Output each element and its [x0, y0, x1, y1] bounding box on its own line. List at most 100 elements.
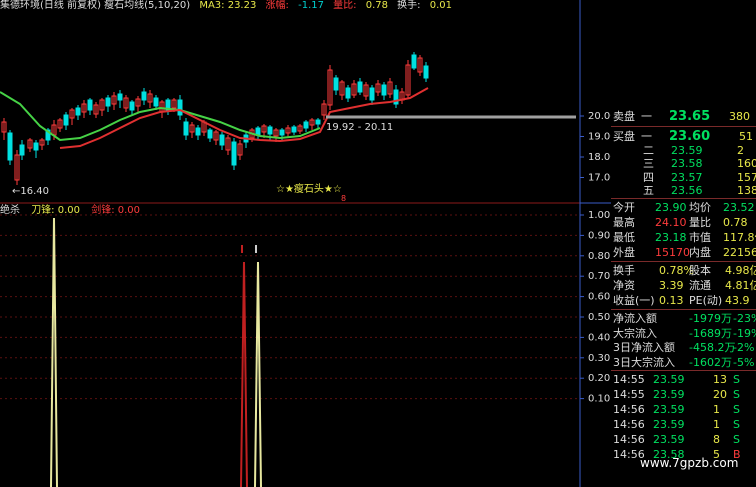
quote-key: 内盘 — [689, 246, 711, 259]
quote-row: 换手 0.78% 股本 4.98亿 — [611, 263, 756, 278]
quote-key: 外盘 — [613, 246, 635, 259]
quote-key: 最低 — [613, 231, 635, 244]
quote-value: 23.52 — [723, 201, 755, 214]
candle-body — [33, 142, 39, 151]
indicator-tick: 0.90 — [588, 230, 610, 241]
quote-row: 最高 24.10 量比 0.78 — [611, 215, 756, 230]
quote-value: 23.18 — [655, 231, 687, 244]
divider — [611, 370, 756, 371]
quote-value: 15170 — [655, 246, 690, 259]
flow-percent: -2% — [733, 341, 755, 354]
indicator-spike — [254, 261, 262, 487]
quote-key: 今开 — [613, 201, 635, 214]
candle-body — [333, 77, 339, 91]
tick-time: 14:55 — [613, 388, 645, 401]
indicator-spikes — [50, 217, 262, 487]
indicator-tick: 0.50 — [588, 312, 610, 323]
candle-body — [279, 129, 285, 136]
low-price-label: ←16.40 — [12, 186, 49, 197]
indicator-grid — [0, 214, 580, 400]
quote-row: 今开 23.90 均价 23.52 — [611, 200, 756, 215]
quote-value: 43.9 — [725, 294, 750, 307]
tick-volume: 1 — [713, 418, 720, 431]
buy-volume: 138 — [737, 184, 756, 197]
candle-body — [183, 121, 189, 136]
tick-row: 14:56 23.59 8 S — [611, 432, 756, 447]
tick-time: 14:56 — [613, 418, 645, 431]
pattern-label: ☆★瘦石头★☆ — [276, 182, 342, 195]
tick-row: 14:55 23.59 20 S — [611, 387, 756, 402]
tick-volume: 13 — [713, 373, 727, 386]
candle-body — [267, 126, 273, 135]
price-tick: 20.00 — [588, 111, 611, 122]
flow-percent: -23% — [733, 312, 756, 325]
indicator-tick: 0.40 — [588, 332, 610, 343]
quote-key: 量比 — [689, 216, 711, 229]
tick-time: 14:56 — [613, 433, 645, 446]
indicator-l2: 剑锋: 0.00 — [91, 205, 141, 216]
candle-body — [63, 114, 69, 126]
indicator-spike — [240, 261, 248, 487]
candle-body — [19, 144, 25, 156]
sell-label: 卖盘 — [613, 110, 635, 123]
level: 五 — [643, 184, 654, 197]
flow-percent: -19% — [733, 326, 756, 340]
tick-side: S — [733, 388, 740, 401]
indicator-tick: 0.20 — [588, 373, 610, 384]
candle-body — [7, 132, 13, 161]
candle-body — [381, 84, 387, 96]
flow-row: 3日净流入额 -458.2万 -2% — [611, 340, 756, 355]
divider — [611, 261, 756, 262]
price-tick: 17.00 — [588, 173, 611, 184]
indicator-tick: 0.80 — [588, 251, 610, 262]
flow-value: -1689万 — [689, 326, 732, 340]
candle-body — [219, 134, 225, 146]
candle-body — [87, 99, 93, 111]
quote-key: PE(动) — [689, 294, 723, 307]
candle-body — [75, 107, 81, 116]
quote-value: 0.78 — [723, 216, 748, 229]
price-tick: 18.00 — [588, 152, 611, 163]
flow-percent: -5% — [733, 355, 755, 369]
flow-key: 净流入额 — [613, 312, 657, 325]
indicator-axis: 1.00 0.90 0.80 0.70 0.60 0.50 0.40 0.30 0.20 0.10 — [580, 210, 610, 405]
quote-key: 收益(一) — [613, 294, 655, 307]
quote-value: 23.90 — [655, 201, 687, 214]
flow-row: 3日大宗流入 -1602万 -5% — [611, 355, 756, 370]
range-label: 19.92 - 20.11 — [326, 122, 393, 133]
divider — [611, 126, 756, 127]
flow-value: -1979万 — [689, 312, 732, 325]
quote-value: 4.81亿 — [725, 279, 756, 292]
candle-body — [291, 126, 297, 133]
quote-key: 均价 — [689, 201, 711, 214]
level: 一 — [641, 110, 652, 123]
candle-body — [423, 65, 429, 79]
sell-price: 23.65 — [669, 109, 711, 124]
indicator-name: 绝杀 — [0, 205, 20, 216]
tick-side: S — [733, 373, 740, 386]
tick-time: 14:56 — [613, 403, 645, 416]
sell-volume: 380 — [729, 110, 750, 123]
buy-price: 23.56 — [671, 184, 703, 197]
indicator-tick: 1.00 — [588, 210, 610, 221]
tick-price: 23.59 — [653, 403, 685, 416]
flow-key: 3日净流入额 — [613, 341, 675, 354]
candle-body — [345, 87, 351, 99]
price-tick: 19.00 — [588, 132, 611, 143]
indicator-l1: 刀锋: 0.00 — [31, 205, 81, 216]
flow-value: -1602万 — [689, 355, 732, 369]
tick-row: 14:56 23.59 1 S — [611, 402, 756, 417]
candle-body — [153, 97, 159, 107]
quote-value: 4.98亿 — [725, 264, 756, 277]
candle-body — [141, 91, 147, 101]
marker-label: 8 — [341, 194, 346, 203]
candle-body — [303, 121, 309, 129]
candle-body — [105, 97, 111, 107]
tick-price: 23.59 — [653, 418, 685, 431]
candle-body — [129, 101, 135, 111]
candle-body — [411, 54, 417, 69]
kline-chart[interactable]: 20.00 19.00 18.00 17.00 ←16.40 19.92 - 20.1… — [0, 0, 611, 487]
quote-value: 117.8亿 — [723, 231, 756, 244]
candle-body — [195, 127, 201, 136]
quote-value: 3.39 — [659, 279, 684, 292]
